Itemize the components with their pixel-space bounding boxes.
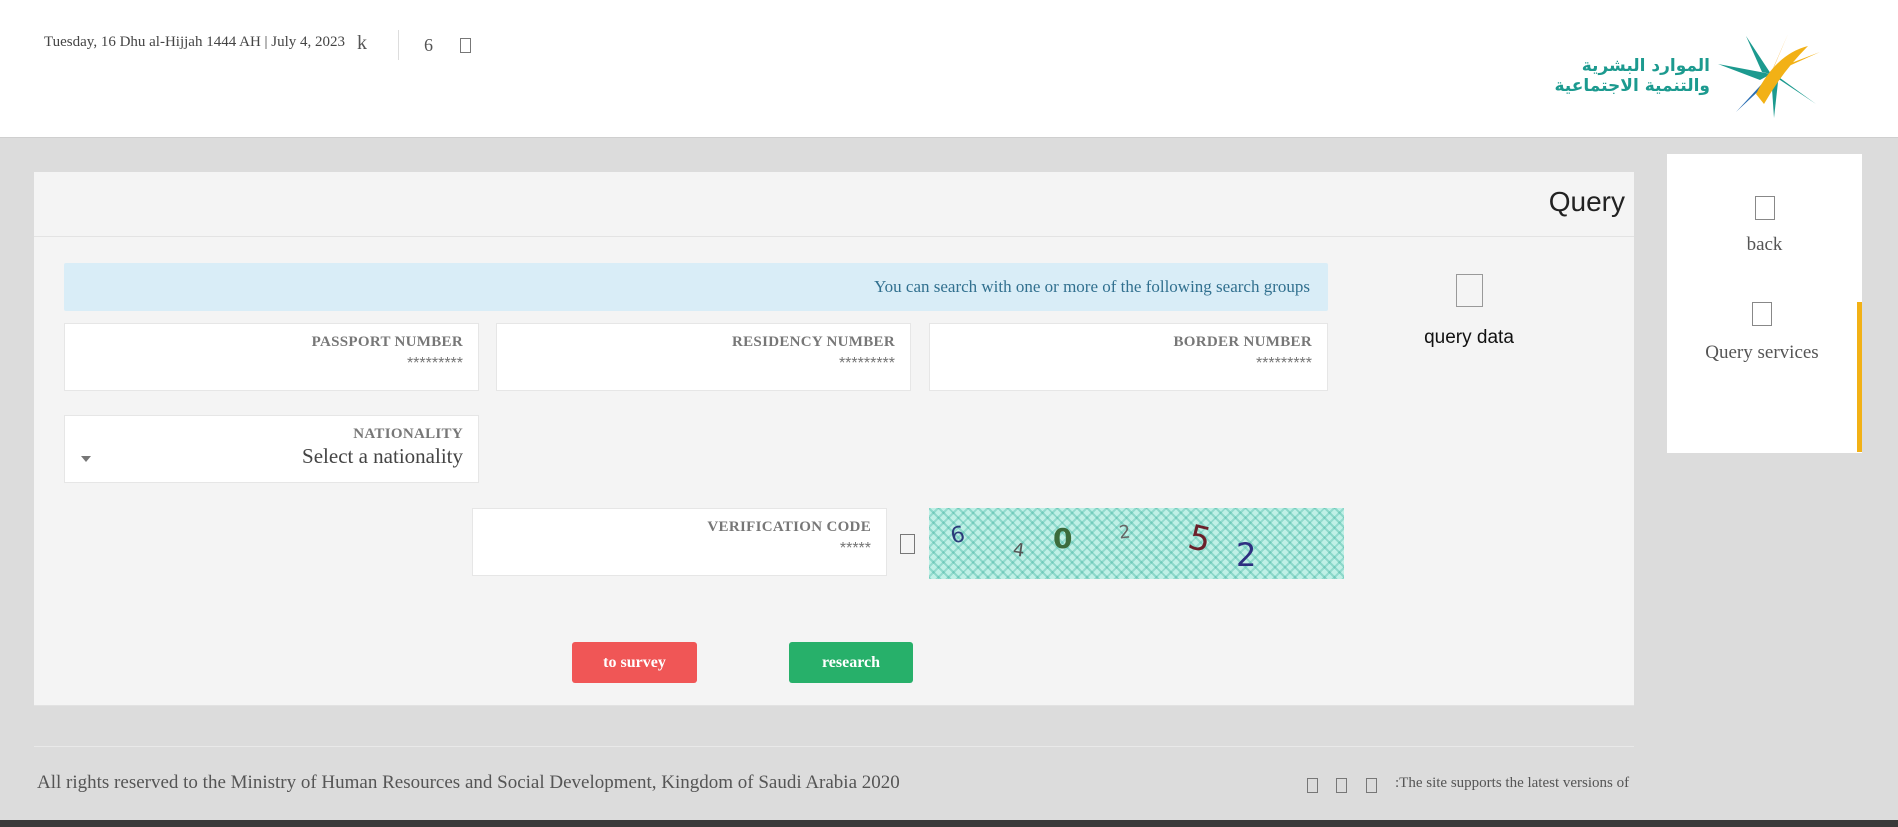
border-number-input[interactable] (945, 355, 1312, 373)
browser-icon-2 (1336, 778, 1347, 793)
nationality-selected-value: Select a nationality (302, 444, 463, 468)
bottom-bar (0, 820, 1898, 827)
passport-number-label: PASSPORT NUMBER (311, 334, 463, 350)
back-icon (1754, 196, 1775, 220)
query-services-icon (1752, 302, 1772, 326)
logo-line-1: الموارد البشرية (1581, 56, 1710, 76)
nationality-label: NATIONALITY (353, 426, 463, 442)
search-info-alert: You can search with one or more of the f… (64, 263, 1328, 311)
browser-support-text: :The site supports the latest versions o… (1395, 775, 1630, 791)
browser-icon-3 (1366, 778, 1377, 793)
query-data-card[interactable]: query data (1369, 248, 1569, 384)
verification-code-field: VERIFICATION CODE (472, 508, 887, 576)
page-title: Query (1548, 186, 1625, 217)
query-panel: Query query data You can search with one… (34, 172, 1634, 706)
header-k-icon[interactable]: k (357, 32, 367, 55)
logo-star-icon (1718, 34, 1820, 118)
nav-back[interactable]: back (1667, 196, 1862, 296)
captcha-digit-1: 6 (948, 522, 967, 549)
captcha-digits: 6 4 0 2 5 2 (948, 517, 1256, 574)
captcha-image: 6 4 0 2 5 2 (929, 508, 1344, 579)
border-number-field: BORDER NUMBER (929, 323, 1328, 391)
query-data-icon (1455, 274, 1483, 307)
captcha-digit-2: 4 (1012, 539, 1026, 561)
logo-text: الموارد البشرية والتنمية الاجتماعية (1554, 56, 1710, 96)
border-number-label: BORDER NUMBER (1173, 334, 1312, 350)
residency-number-label: RESIDENCY NUMBER (731, 334, 895, 350)
nav-query-services-label: Query services (1705, 342, 1819, 363)
to-survey-button[interactable]: to survey (572, 642, 697, 683)
header-font-size-control[interactable]: 6 (424, 35, 433, 56)
header-divider (398, 30, 399, 60)
footer-divider (34, 746, 1634, 747)
nav-back-label: back (1746, 234, 1783, 255)
captcha-digit-6: 2 (1236, 536, 1256, 574)
captcha-digit-3: 0 (1053, 522, 1072, 555)
residency-number-field: RESIDENCY NUMBER (496, 323, 911, 391)
header-settings-icon[interactable] (460, 38, 471, 53)
side-navigation: back Query services (1667, 154, 1862, 453)
copyright-text: All rights reserved to the Ministry of H… (37, 772, 900, 793)
browser-icon-1 (1307, 778, 1318, 793)
current-date: Tuesday, 16 Dhu al-Hijjah 1444 AH | July… (44, 34, 346, 50)
query-data-label: query data (1424, 327, 1514, 348)
verification-code-label: VERIFICATION CODE (707, 519, 871, 535)
nationality-select[interactable]: NATIONALITY Select a nationality (64, 415, 479, 483)
verification-code-input[interactable] (488, 540, 871, 558)
research-button[interactable]: research (789, 642, 913, 683)
residency-number-input[interactable] (512, 355, 895, 373)
title-divider (34, 236, 1634, 237)
nav-query-services[interactable]: Query services (1667, 302, 1862, 452)
ministry-logo[interactable]: الموارد البشرية والتنمية الاجتماعية (1554, 34, 1820, 118)
passport-number-field: PASSPORT NUMBER (64, 323, 479, 391)
logo-line-2: والتنمية الاجتماعية (1554, 76, 1710, 96)
passport-number-input[interactable] (80, 355, 463, 373)
captcha-digit-4: 2 (1118, 521, 1132, 543)
header: Tuesday, 16 Dhu al-Hijjah 1444 AH | July… (0, 0, 1898, 138)
chevron-down-icon (81, 456, 91, 462)
refresh-captcha-icon[interactable] (900, 534, 915, 554)
captcha-digit-5: 5 (1184, 517, 1215, 561)
